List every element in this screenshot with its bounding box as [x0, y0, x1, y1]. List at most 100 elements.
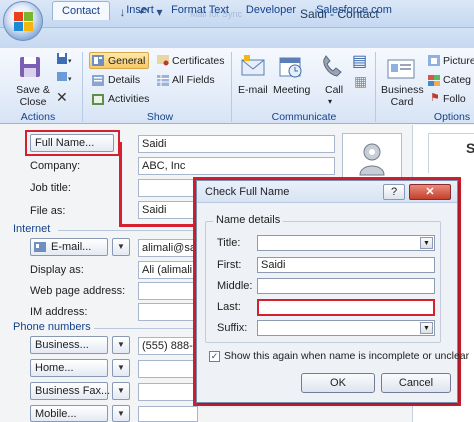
phone-numbers-section-label: Phone numbers: [13, 321, 91, 333]
address-card-icon: [34, 242, 46, 255]
picture-icon: [428, 55, 440, 69]
save-close-icon[interactable]: [16, 54, 46, 85]
map-icon[interactable]: ▦: [354, 74, 367, 88]
title-dropdown-arrow[interactable]: ▼: [420, 237, 433, 249]
check-full-name-dialog: Check Full Name ? ✕ Name details Title: …: [196, 180, 469, 403]
suffix-dropdown-arrow[interactable]: ▼: [420, 322, 433, 334]
ok-button[interactable]: OK: [301, 373, 375, 393]
middle-label: Middle:: [217, 280, 253, 292]
certificates-button[interactable]: Certificates: [172, 55, 225, 67]
certificates-icon: [157, 55, 169, 69]
close-button[interactable]: ✕: [409, 184, 451, 200]
business-card-icon[interactable]: [386, 56, 416, 85]
activities-button[interactable]: Activities: [108, 93, 149, 105]
options-group-label: Options: [433, 111, 471, 123]
business-phone-button[interactable]: Business...: [30, 336, 108, 354]
tab-format-text[interactable]: Format Text: [168, 1, 232, 20]
business-phone-dropdown[interactable]: ▼: [112, 336, 130, 354]
categorize-button[interactable]: Categ: [443, 74, 471, 86]
all-fields-button[interactable]: All Fields: [172, 74, 215, 86]
mobile-phone-button[interactable]: Mobile...: [30, 405, 108, 422]
company-field[interactable]: ABC, Inc: [138, 157, 335, 175]
tab-developer[interactable]: Developer: [240, 1, 302, 20]
ribbon-separator: [375, 52, 376, 122]
save-close-label-2: Close: [19, 96, 47, 108]
file-as-field[interactable]: Saidi: [138, 201, 198, 219]
meeting-button[interactable]: Meeting: [273, 84, 310, 96]
office-logo-icon-part: [24, 12, 33, 21]
mobile-phone-field[interactable]: [138, 406, 198, 422]
display-as-field[interactable]: Ali (alimali@sali: [138, 261, 198, 279]
internet-section-label: Internet: [13, 223, 51, 235]
web-page-label: Web page address:: [30, 285, 126, 297]
title-combobox[interactable]: [257, 235, 435, 251]
dialog-title: Check Full Name: [205, 186, 290, 198]
business-card-label-2: Card: [390, 96, 414, 108]
follow-up-button[interactable]: Follo: [443, 93, 466, 105]
contact-picture-icon: [356, 141, 388, 180]
mobile-phone-dropdown[interactable]: ▼: [112, 405, 130, 422]
tab-salesforce[interactable]: Salesforce.com: [308, 1, 400, 20]
help-button[interactable]: ?: [383, 184, 405, 200]
ribbon-separator: [231, 52, 232, 122]
svg-text:▾: ▾: [68, 58, 72, 65]
cancel-button[interactable]: Cancel: [381, 373, 451, 393]
callout-connector: [119, 142, 122, 226]
business-fax-button[interactable]: Business Fax...: [30, 382, 110, 400]
office-logo-icon-part: [24, 22, 33, 31]
tab-insert[interactable]: Insert: [118, 1, 162, 20]
show-again-label: Show this again when name is incomplete …: [224, 350, 470, 362]
call-dropdown-icon[interactable]: ▾: [328, 97, 332, 106]
categorize-icon: [428, 75, 440, 89]
home-phone-dropdown[interactable]: ▼: [112, 359, 130, 377]
picture-button[interactable]: Picture: [443, 55, 474, 67]
tag-icon[interactable]: ▾: [55, 70, 73, 87]
business-phone-field[interactable]: (555) 888-888: [138, 337, 198, 355]
show-again-checkbox[interactable]: ✓: [209, 351, 220, 362]
email-field[interactable]: alimali@salida.: [138, 239, 198, 257]
last-name-input[interactable]: [257, 299, 435, 316]
actions-group-label: Actions: [20, 111, 56, 123]
meeting-icon[interactable]: [278, 54, 304, 83]
middle-name-input[interactable]: [257, 278, 435, 294]
full-name-field[interactable]: Saidi: [138, 135, 335, 153]
save-close-label-1: Save &: [16, 84, 50, 96]
call-button[interactable]: Call: [325, 84, 343, 96]
ribbon-tabs: [0, 28, 474, 48]
save-copy-icon[interactable]: ▾: [55, 52, 73, 69]
first-name-input[interactable]: Saidi: [257, 257, 435, 273]
all-fields-icon: [157, 75, 169, 89]
tab-contact[interactable]: Contact: [52, 1, 110, 20]
business-fax-dropdown[interactable]: ▼: [112, 382, 130, 400]
follow-up-flag-icon: ⚑: [430, 92, 440, 104]
more-communicate-icon[interactable]: ▤: [352, 54, 367, 70]
save-close-button[interactable]: Save & Close: [14, 84, 52, 108]
details-button[interactable]: Details: [108, 74, 140, 86]
last-label: Last:: [217, 301, 241, 313]
full-name-button[interactable]: Full Name...: [30, 134, 114, 152]
suffix-label: Suffix:: [217, 322, 248, 334]
display-as-label: Display as:: [30, 264, 84, 276]
close-icon: ✕: [425, 186, 435, 198]
suffix-combobox[interactable]: [257, 320, 435, 336]
office-button[interactable]: [3, 1, 43, 41]
general-label: General: [108, 55, 146, 67]
general-icon: [92, 55, 104, 69]
delete-icon[interactable]: ✕: [56, 90, 68, 104]
activities-icon: [92, 94, 104, 108]
email-icon[interactable]: [240, 54, 266, 83]
im-address-field[interactable]: [138, 303, 198, 321]
home-phone-field[interactable]: [138, 360, 198, 378]
callout-connector: [119, 224, 199, 227]
communicate-group-label: Communicate: [271, 111, 337, 123]
email-type-dropdown[interactable]: ▼: [112, 238, 130, 256]
home-phone-button[interactable]: Home...: [30, 359, 108, 377]
email-button[interactable]: E-mail: [238, 84, 268, 96]
details-icon: [92, 75, 104, 89]
business-card-button[interactable]: Business Card: [381, 84, 424, 108]
business-fax-field[interactable]: [138, 383, 198, 401]
web-page-field[interactable]: [138, 282, 198, 300]
business-card-label-1: Business: [381, 84, 424, 96]
phone-icon[interactable]: [319, 54, 345, 83]
svg-text:▾: ▾: [68, 76, 72, 83]
